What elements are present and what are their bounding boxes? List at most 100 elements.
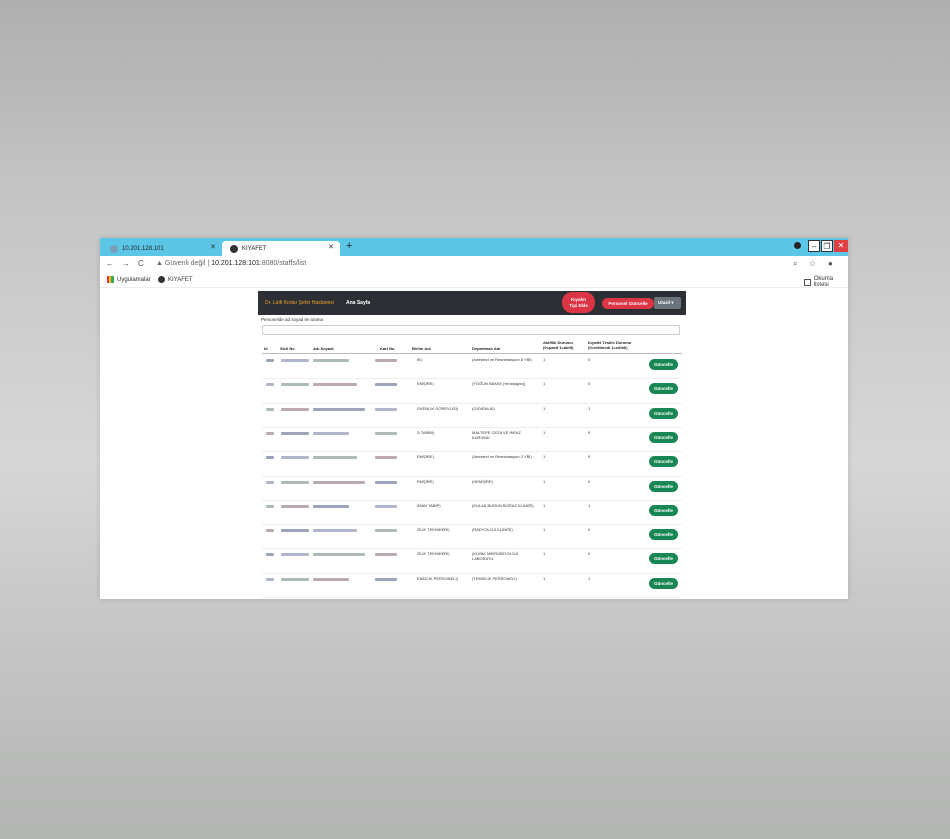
dept-cell: (Anestezi ve Reanimasyon 2 YBİ): [472, 454, 532, 460]
update-button[interactable]: Güncelle: [649, 431, 678, 443]
row-divider: [262, 499, 682, 501]
redacted-name: [313, 577, 349, 581]
close-tab-icon[interactable]: ✕: [328, 243, 334, 251]
chevron-down-icon: ▾: [671, 300, 674, 305]
unit-cell: EMŞİRE): [417, 478, 434, 484]
url-path: :8080/staffs/list: [259, 260, 307, 267]
update-button[interactable]: Güncelle: [649, 577, 678, 589]
dept-cell: (KULAK BURUN BOĞAZ KLİNİĞİ): [472, 502, 534, 508]
active-cell: 1: [543, 551, 546, 557]
dept-cell: (HEMŞİRE): [472, 478, 493, 484]
unit-cell: ĞLIK TEKNİKERİ): [417, 527, 450, 533]
dept-cell: (GÜVENLİK): [472, 405, 495, 411]
minimize-icon[interactable]: –: [808, 240, 820, 252]
search-label: Personelde ad soyad ile arama: [261, 317, 324, 322]
zoom-icon[interactable]: ⌕: [793, 259, 797, 269]
active-cell: 1: [543, 478, 546, 484]
redacted-id: [266, 553, 274, 557]
close-tab-icon[interactable]: ✕: [210, 243, 216, 251]
active-cell: 1: [543, 527, 546, 533]
redacted-sicil: [281, 529, 309, 533]
redacted-sicil: [281, 407, 309, 411]
tab-ip[interactable]: 10.201.128.101 ✕: [102, 241, 222, 256]
col-card: Kart No: [380, 346, 395, 351]
unit-cell: ÜVENLİK GÖREVLİSİ): [417, 405, 459, 411]
close-window-icon[interactable]: ✕: [834, 240, 848, 252]
update-button[interactable]: Güncelle: [649, 504, 678, 516]
redacted-id: [266, 577, 274, 581]
col-delivery: Kıyafet Teslim Durumu (0=edilmedi 1=edil…: [588, 340, 631, 350]
col-sicil: Sicil No: [280, 346, 295, 351]
row-divider: [262, 475, 682, 477]
reload-button[interactable]: C: [138, 259, 144, 268]
row-divider: [262, 524, 682, 526]
tab-kiyafet[interactable]: KIYAFET ✕: [222, 241, 340, 256]
unit-cell: EMŞİRE): [417, 454, 434, 460]
reading-list[interactable]: Okuma listesi: [804, 276, 848, 288]
redacted-name: [313, 553, 365, 557]
update-staff-button[interactable]: Personel Güncelle: [602, 298, 654, 309]
redacted-sicil: [281, 359, 309, 362]
row-divider: [262, 378, 682, 380]
redacted-sicil: [281, 553, 309, 557]
active-cell: 1: [543, 575, 546, 581]
profile-icon[interactable]: ●: [828, 259, 833, 268]
redacted-id: [266, 383, 274, 387]
new-tab-button[interactable]: +: [346, 240, 352, 252]
redacted-sicil: [281, 456, 309, 460]
utils-dropdown[interactable]: Utazil ▾: [654, 297, 681, 309]
update-button[interactable]: Güncelle: [649, 383, 678, 395]
active-cell: 1: [543, 502, 546, 508]
redacted-card: [375, 553, 397, 557]
back-button[interactable]: ←: [106, 259, 114, 268]
update-button[interactable]: Güncelle: [649, 553, 678, 565]
update-button[interactable]: Güncelle: [649, 480, 678, 492]
bookmarks-bar: Uygulamalar KIYAFET Okuma listesi: [100, 274, 848, 288]
reading-list-label: Okuma listesi: [813, 276, 834, 288]
page-content: Dr. Lütfi Kırdar Şehir Hastanesi Ana Say…: [100, 288, 848, 599]
redacted-name: [313, 431, 349, 435]
search-input[interactable]: [262, 325, 680, 335]
unit-cell: EMİZLİK PERSONELİ): [417, 575, 458, 581]
update-button[interactable]: Güncelle: [649, 529, 678, 541]
active-cell: 1: [543, 357, 546, 362]
add-clothing-type-button[interactable]: Kıyafet Tipi Ekle: [562, 292, 595, 313]
active-cell: 1: [543, 454, 546, 460]
record-icon[interactable]: [792, 240, 802, 252]
dept-cell: MALTEPE CEZA VE İNFAZ KURUMU: [472, 429, 521, 440]
angular-icon: [230, 244, 238, 253]
redacted-sicil: [281, 577, 309, 581]
col-active: Aktiflik Durumu (0=pasif 1=aktif): [543, 340, 573, 350]
delivery-cell: 0: [588, 478, 591, 484]
delivery-cell: 1: [588, 575, 591, 581]
bookmark-apps-label: Uygulamalar: [117, 276, 151, 283]
redacted-name: [313, 529, 357, 533]
redacted-name: [313, 504, 349, 508]
url-host: 10.201.128.101: [211, 260, 260, 267]
redacted-name: [313, 480, 365, 484]
utils-label: Utazil: [658, 300, 671, 305]
bookmark-kiyafet-label: KIYAFET: [168, 276, 193, 283]
redacted-card: [375, 529, 397, 533]
home-link[interactable]: Ana Sayfa: [346, 300, 370, 306]
update-button[interactable]: Güncelle: [649, 456, 678, 468]
redacted-card: [375, 480, 397, 484]
update-button[interactable]: Güncelle: [649, 407, 678, 419]
bookmark-kiyafet[interactable]: KIYAFET: [158, 276, 193, 283]
active-cell: 1: [543, 429, 546, 435]
app-navbar: Dr. Lütfi Kırdar Şehir Hastanesi Ana Say…: [258, 291, 686, 315]
restore-icon[interactable]: ❐: [821, 240, 833, 252]
url-field[interactable]: ▲ Güvenli değil | 10.201.128.101:8080/st…: [156, 260, 306, 267]
star-icon[interactable]: ☆: [809, 259, 816, 268]
update-button[interactable]: Güncelle: [649, 359, 678, 370]
bookmark-apps[interactable]: Uygulamalar: [107, 276, 151, 283]
forward-button[interactable]: →: [122, 259, 130, 268]
brand-link[interactable]: Dr. Lütfi Kırdar Şehir Hastanesi: [265, 300, 334, 306]
unit-cell: ĞLIK TEKNİKERİ): [417, 551, 450, 557]
redacted-id: [266, 407, 274, 411]
redacted-card: [375, 359, 397, 362]
row-divider: [262, 597, 682, 598]
dept-cell: (KLİNİK MİKROBİYOLOJİ LABORATU: [472, 551, 519, 562]
redacted-id: [266, 529, 274, 533]
row-divider: [262, 451, 682, 453]
